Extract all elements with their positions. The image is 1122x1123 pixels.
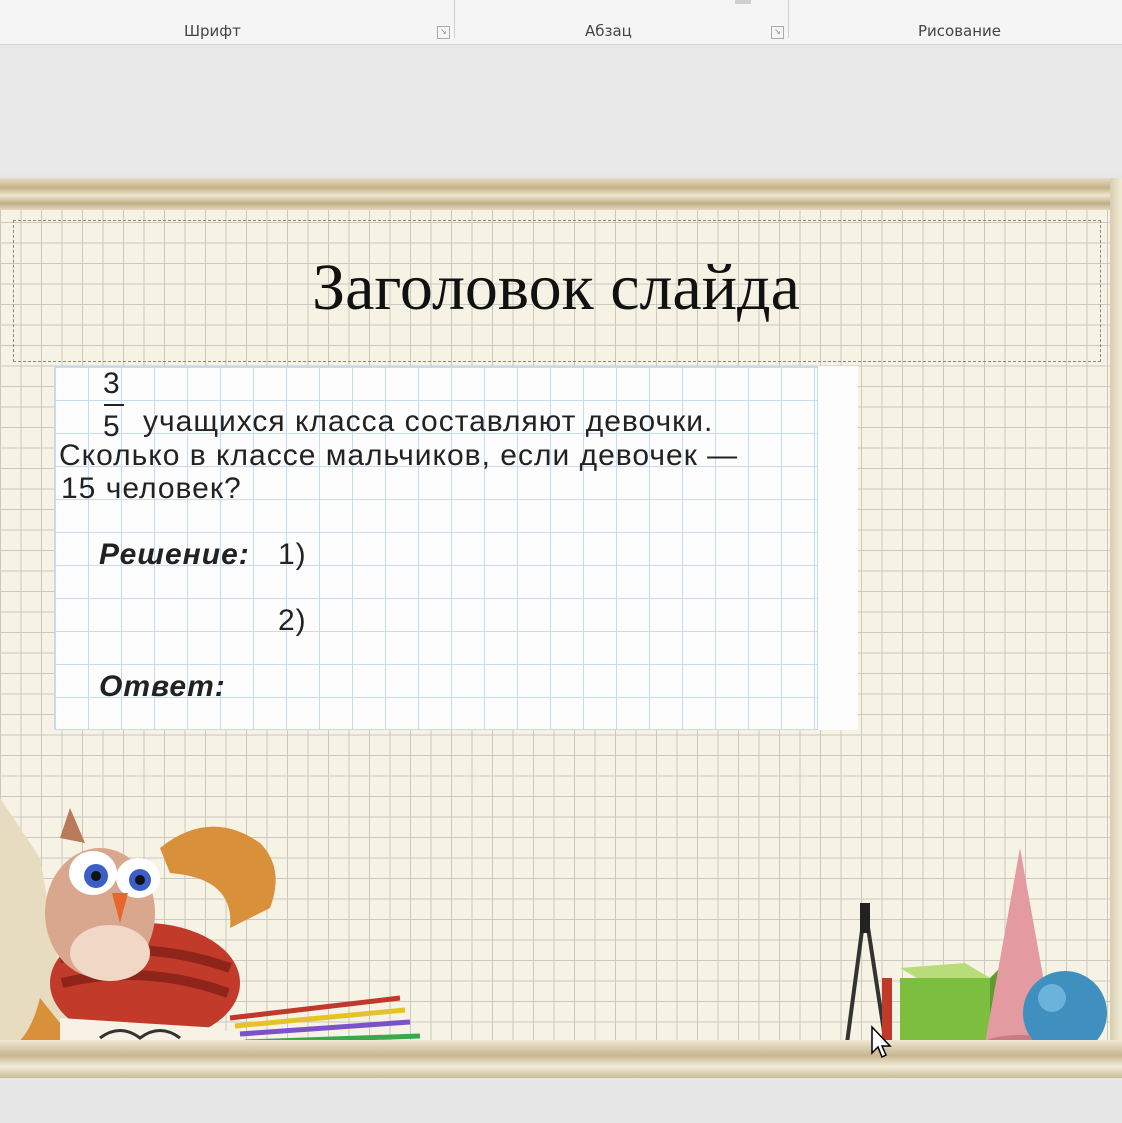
solution-step-1[interactable]: 1) bbox=[278, 538, 307, 572]
slide-frame-top bbox=[0, 178, 1122, 210]
fraction-numerator[interactable]: 3 bbox=[103, 367, 121, 401]
font-dialog-launcher-icon[interactable]: ↘ bbox=[437, 26, 450, 39]
ribbon-control-fragment[interactable] bbox=[735, 0, 751, 4]
task-text-line-3[interactable]: 15 человек? bbox=[61, 472, 242, 506]
solution-step-2[interactable]: 2) bbox=[278, 604, 307, 638]
task-text-line-1[interactable]: учащихся класса составляют девочки. bbox=[143, 405, 713, 439]
ribbon-group-drawing-label: Рисование bbox=[918, 22, 1002, 40]
task-text-line-2[interactable]: Сколько в классе мальчиков, если девочек… bbox=[59, 439, 738, 473]
mouse-pointer-icon bbox=[871, 1025, 892, 1059]
task-card-margin bbox=[818, 366, 858, 730]
ribbon: Шрифт ↘ Абзац ↘ Рисование bbox=[0, 0, 1122, 45]
slide[interactable]: Заголовок слайда bbox=[0, 178, 1122, 1078]
ribbon-separator bbox=[454, 0, 455, 38]
solution-label[interactable]: Решение: bbox=[99, 538, 250, 572]
paragraph-dialog-launcher-icon[interactable]: ↘ bbox=[771, 26, 784, 39]
ribbon-group-font-label: Шрифт bbox=[184, 22, 241, 40]
fraction-bar bbox=[104, 404, 124, 406]
ribbon-separator bbox=[788, 0, 789, 38]
answer-label[interactable]: Ответ: bbox=[99, 670, 226, 704]
slide-frame-bottom bbox=[0, 1040, 1122, 1078]
owl-illustration bbox=[0, 798, 421, 1048]
ribbon-group-paragraph-label: Абзац bbox=[585, 22, 632, 40]
editor-canvas-area bbox=[0, 45, 1122, 175]
slide-title[interactable]: Заголовок слайда bbox=[0, 250, 1112, 326]
